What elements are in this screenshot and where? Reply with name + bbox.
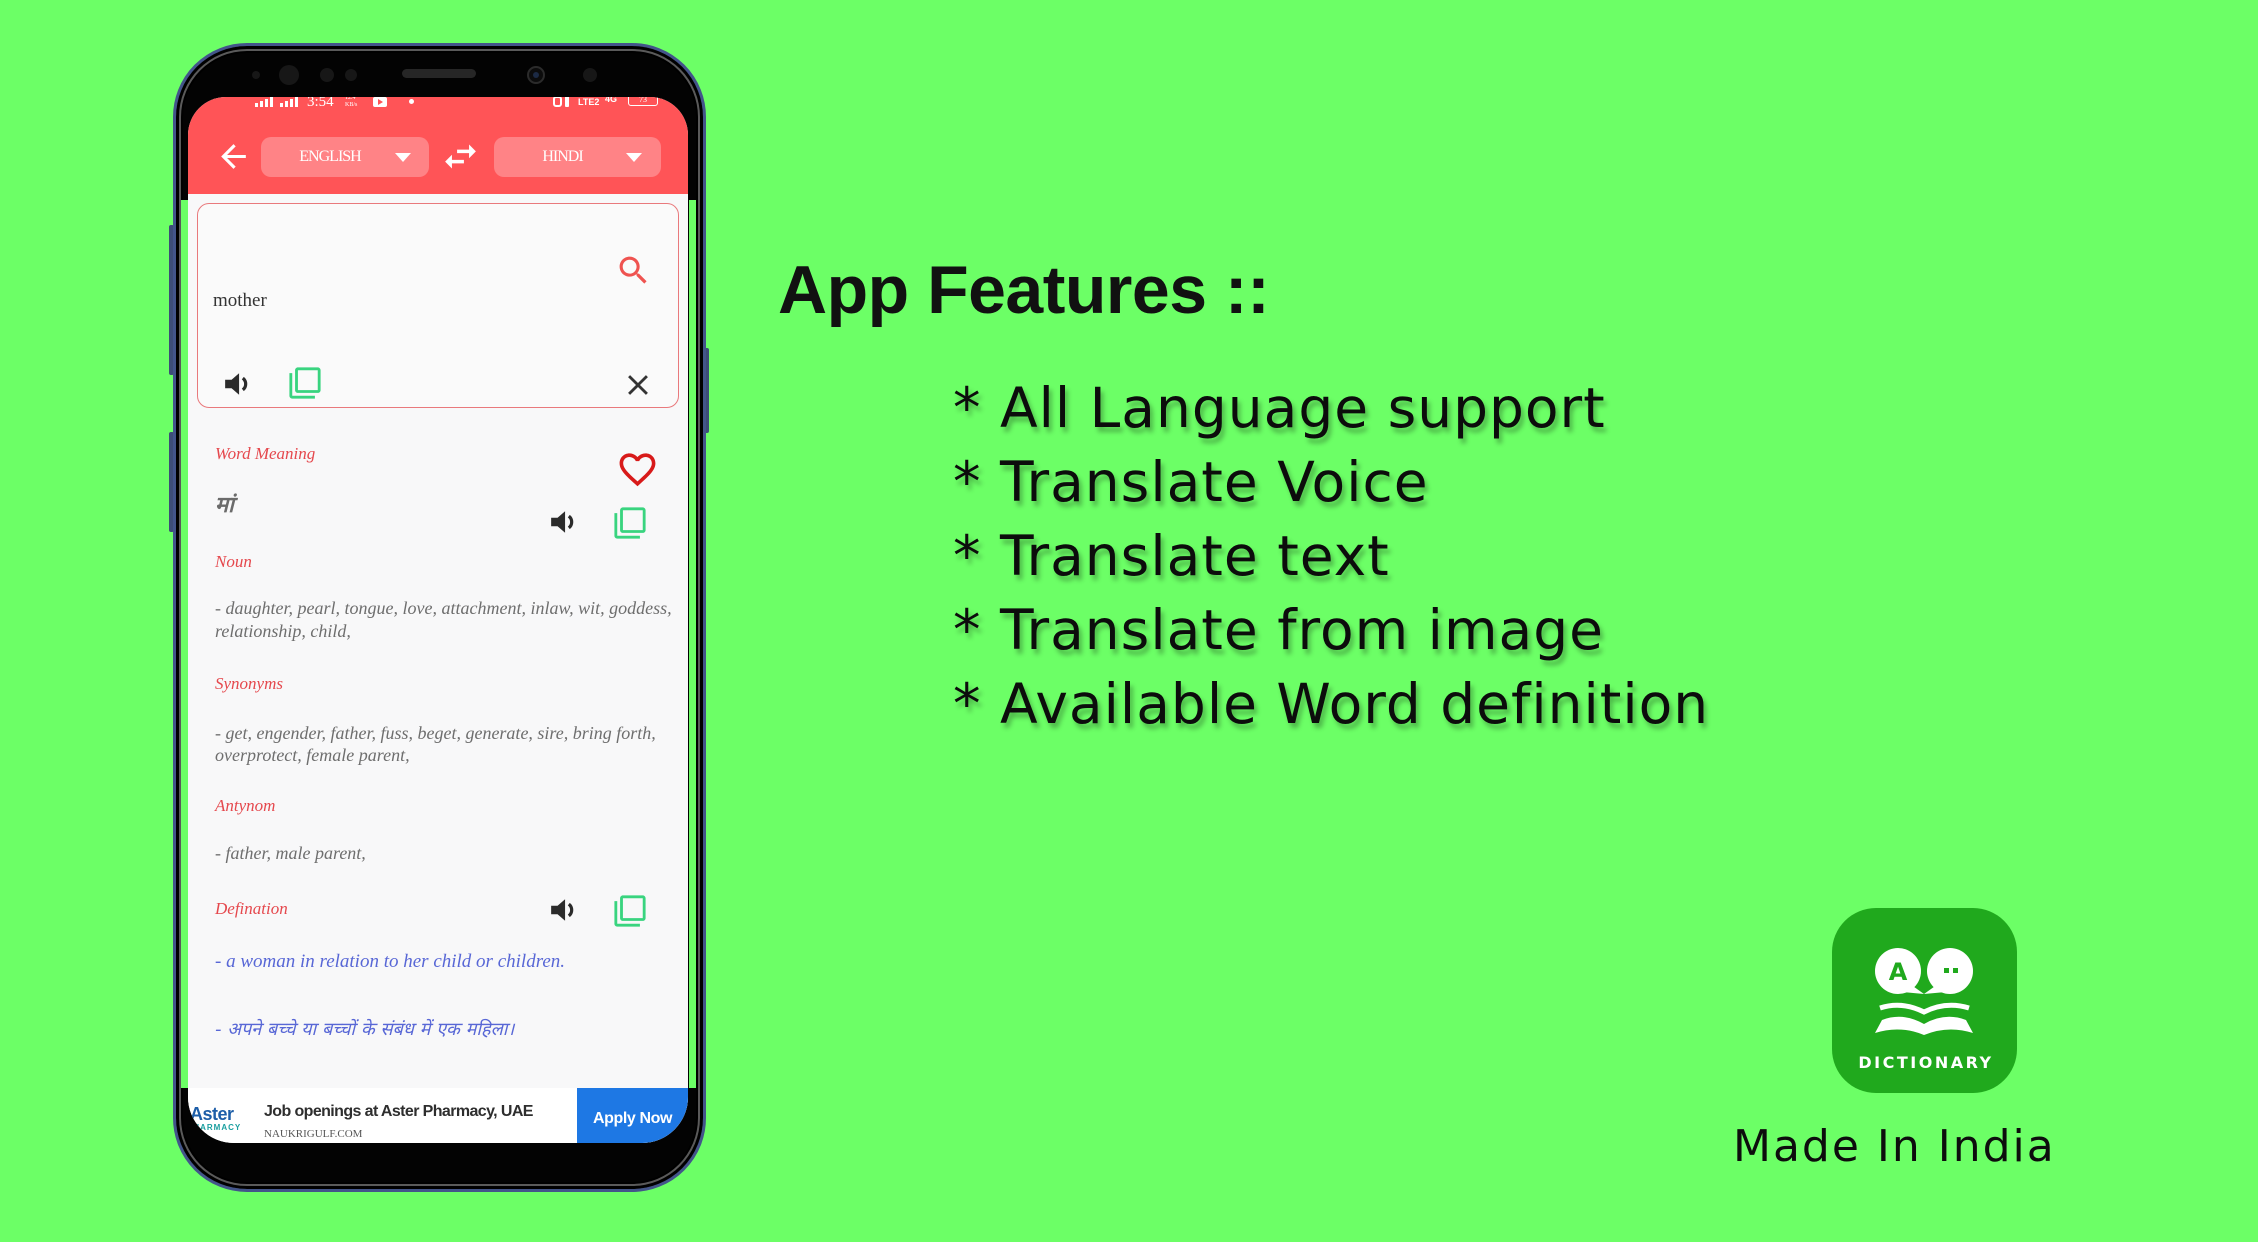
speech-bubbles-icon: A: [1875, 948, 1973, 994]
back-button[interactable]: [215, 138, 252, 175]
feature-item: * Translate Voice: [953, 450, 1429, 514]
network-speed-unit: KB/s: [345, 102, 358, 108]
chevron-down-icon: [395, 153, 411, 162]
input-card: [197, 203, 679, 408]
ad-headline[interactable]: Job openings at Aster Pharmacy, UAE: [264, 1103, 533, 1121]
iris-scanner: [279, 65, 299, 85]
light-sensor: [320, 68, 334, 82]
notification-dot-icon: [409, 99, 414, 104]
copy-icon: [289, 367, 321, 399]
made-in-india-tagline: Made In India: [1733, 1121, 2056, 1172]
copy-icon: [614, 895, 646, 927]
features-list: * All Language support * Translate Voice…: [953, 371, 1709, 741]
screen-edge-right: [689, 200, 696, 1088]
input-copy-button[interactable]: [288, 366, 322, 400]
feature-item: * Available Word definition: [953, 672, 1710, 736]
speaker-icon: [551, 511, 574, 533]
definition-english: - a woman in relation to her child or ch…: [215, 951, 566, 972]
battery-level: 73: [639, 97, 647, 104]
battery-icon: 73: [628, 97, 658, 106]
ad-brand-logo: Aster PHARMACY: [188, 1104, 242, 1132]
antonyms-text: - father, male parent,: [215, 843, 366, 863]
meanings-text: - daughter, pearl, tongue, love, attachm…: [215, 597, 672, 643]
search-button[interactable]: [615, 252, 652, 289]
network-speed: 12.4 KB/s: [345, 97, 357, 109]
definition-hindi: - अपने बच्चे या बच्चों के संबंध में एक म…: [215, 1019, 515, 1040]
synonyms-line: overprotect, female parent,: [215, 745, 410, 765]
definition-copy-button[interactable]: [613, 894, 647, 928]
search-icon: [619, 256, 647, 284]
app-icon-label: DICTIONARY: [1858, 1053, 1993, 1072]
target-language-dropdown[interactable]: HINDI: [494, 137, 661, 177]
translation-copy-button[interactable]: [613, 506, 647, 540]
target-language-label: HINDI: [542, 148, 583, 165]
meanings-line: relationship, child,: [215, 621, 351, 641]
apply-now-button[interactable]: Apply Now: [577, 1088, 688, 1143]
meanings-line: - daughter, pearl, tongue, love, attachm…: [215, 598, 672, 618]
front-sensor: [583, 68, 597, 82]
synonyms-text: - get, engender, father, fuss, beget, ge…: [215, 722, 656, 766]
feature-item: * All Language support: [953, 376, 1606, 440]
favorite-button[interactable]: [616, 448, 659, 491]
led-indicator: [345, 69, 357, 81]
speaker-icon: [551, 899, 574, 921]
word-meaning-label: Word Meaning: [215, 444, 316, 463]
ad-source: NAUKRIGULF.COM: [264, 1128, 363, 1140]
chevron-down-icon: [626, 153, 642, 162]
part-of-speech-label: Noun: [215, 552, 252, 571]
open-book-icon: [1875, 1002, 1973, 1035]
heart-outline-icon: [619, 453, 656, 487]
copy-icon: [614, 507, 646, 539]
ad-brand-name: Aster: [190, 1104, 234, 1124]
youtube-notification-icon: [373, 97, 387, 107]
app-screen: 3:54 12.4 KB/s LTE2 4G 73 ENGLISH HINDI …: [188, 97, 688, 1143]
synonyms-line: - get, engender, father, fuss, beget, ge…: [215, 723, 656, 743]
swap-horiz-icon: [445, 144, 476, 169]
earpiece-speaker: [402, 69, 476, 78]
ad-brand-subtitle: PHARMACY: [188, 1123, 242, 1132]
data-type: 4G: [605, 97, 618, 104]
synonyms-label: Synonyms: [215, 674, 283, 693]
proximity-sensor: [252, 71, 260, 79]
bluetooth-icon: [553, 97, 562, 107]
feature-item: * Translate from image: [953, 598, 1604, 662]
close-icon: [628, 375, 648, 395]
definition-label: Defination: [215, 899, 288, 918]
status-time: 3:54: [307, 97, 334, 110]
network-type: LTE2: [578, 97, 600, 107]
speaker-icon: [225, 373, 248, 395]
signal-icon: [280, 97, 298, 107]
source-language-label: ENGLISH: [299, 148, 361, 165]
front-camera: [527, 66, 545, 84]
features-title: App Features ::: [778, 252, 1270, 328]
clear-input-button[interactable]: [621, 368, 655, 402]
antonym-label: Antynom: [215, 796, 276, 815]
screen-edge-left: [181, 200, 188, 1088]
translation-word: मां: [215, 493, 234, 518]
signal-icon: [255, 97, 273, 107]
app-icon: A DICTIONARY: [1832, 908, 2017, 1093]
definition-speak-button[interactable]: [549, 897, 579, 923]
translation-speak-button[interactable]: [549, 509, 579, 535]
feature-item: * Translate text: [953, 524, 1390, 588]
word-input[interactable]: mother: [213, 291, 267, 310]
source-language-dropdown[interactable]: ENGLISH: [261, 137, 429, 177]
arrow-back-icon: [221, 144, 246, 169]
swap-languages-button[interactable]: [440, 136, 481, 177]
app-icon-letter: A: [1889, 958, 1908, 986]
vibrate-icon: [565, 97, 569, 107]
input-speak-button[interactable]: [223, 371, 253, 397]
